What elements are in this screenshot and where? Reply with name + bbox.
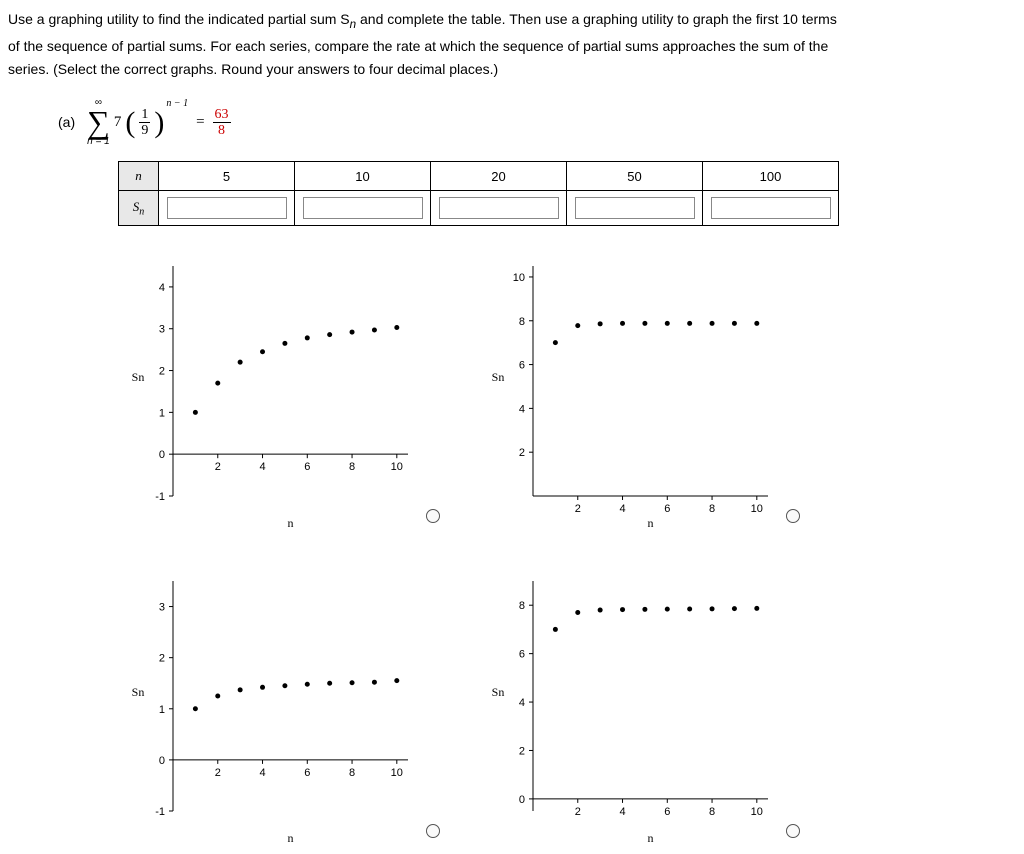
n-col-50: 50 (567, 162, 703, 191)
charts-grid: -1 0 1 2 3 4 2 4 6 8 10 Sn n 2 4 6 8 10 2 4 6 8 10 Sn n -1 0 1 2 3 2… (118, 256, 1016, 846)
svg-text:6: 6 (664, 503, 670, 515)
equals-sign: = (192, 114, 208, 131)
svg-text:1: 1 (159, 407, 165, 419)
svg-text:0: 0 (159, 449, 165, 461)
fraction-right: 63 8 (213, 107, 231, 139)
svg-text:1: 1 (159, 704, 165, 716)
svg-text:10: 10 (751, 503, 763, 515)
q-line3: series. (Select the correct graphs. Roun… (8, 61, 498, 77)
sigma-stack: ∞ ∑ n = 1 (87, 98, 110, 147)
radio-2[interactable] (786, 509, 800, 523)
svg-text:8: 8 (709, 503, 715, 515)
sigma-icon: ∑ (87, 108, 110, 137)
svg-text:3: 3 (159, 324, 165, 336)
svg-text:6: 6 (304, 461, 310, 473)
svg-text:8: 8 (519, 600, 525, 612)
sn-input-50[interactable] (575, 197, 695, 219)
svg-text:10: 10 (513, 272, 525, 284)
n-col-20: 20 (431, 162, 567, 191)
svg-text:3: 3 (159, 602, 165, 614)
q-line1-end: and complete the table. Then use a graph… (356, 11, 837, 27)
chart-1: -1 0 1 2 3 4 2 4 6 8 10 Sn n (118, 256, 418, 531)
res-num: 63 (213, 107, 231, 123)
svg-text:6: 6 (664, 806, 670, 818)
svg-text:8: 8 (349, 767, 355, 779)
svg-text:4: 4 (519, 697, 525, 709)
exponent: n − 1 (166, 98, 188, 109)
svg-text:8: 8 (349, 461, 355, 473)
svg-text:8: 8 (709, 806, 715, 818)
svg-text:4: 4 (519, 403, 525, 415)
svg-text:-1: -1 (155, 491, 165, 503)
svg-text:n: n (648, 831, 654, 845)
partial-sum-table: n 5 10 20 50 100 Sn (118, 161, 839, 226)
n-header: n (119, 162, 159, 191)
chart-option-4[interactable]: 0 2 4 6 8 2 4 6 8 10 Sn n (478, 571, 818, 846)
chart-option-2[interactable]: 2 4 6 8 10 2 4 6 8 10 Sn n (478, 256, 818, 531)
rparen: ) (154, 108, 164, 138)
chart-2: 2 4 6 8 10 2 4 6 8 10 Sn n (478, 256, 778, 531)
svg-text:2: 2 (519, 447, 525, 459)
svg-text:2: 2 (215, 767, 221, 779)
svg-text:-1: -1 (155, 806, 165, 818)
chart-option-1[interactable]: -1 0 1 2 3 4 2 4 6 8 10 Sn n (118, 256, 458, 531)
svg-text:Sn: Sn (492, 685, 505, 699)
n-col-5: 5 (159, 162, 295, 191)
lparen: ( (125, 108, 135, 138)
svg-text:n: n (288, 831, 294, 845)
svg-text:6: 6 (519, 649, 525, 661)
sn-header: Sn (119, 191, 159, 226)
radio-3[interactable] (426, 824, 440, 838)
q-line2: of the sequence of partial sums. For eac… (8, 38, 828, 54)
sigma-bottom: n = 1 (87, 137, 110, 147)
frac-num: 1 (139, 107, 150, 123)
part-a-row: (a) ∞ ∑ n = 1 7 ( 1 9 ) n − 1 = 63 8 (8, 92, 1016, 147)
svg-text:Sn: Sn (132, 370, 145, 384)
chart-4: 0 2 4 6 8 2 4 6 8 10 Sn n (478, 571, 778, 846)
svg-text:2: 2 (159, 653, 165, 665)
formula: ∞ ∑ n = 1 7 ( 1 9 ) n − 1 = 63 8 (87, 98, 231, 147)
sn-input-100[interactable] (711, 197, 831, 219)
question-text: Use a graphing utility to find the indic… (8, 8, 1016, 82)
svg-text:2: 2 (519, 745, 525, 757)
svg-text:0: 0 (519, 794, 525, 806)
n-col-100: 100 (703, 162, 839, 191)
svg-text:2: 2 (575, 806, 581, 818)
res-den: 8 (218, 123, 225, 138)
radio-4[interactable] (786, 824, 800, 838)
chart-3: -1 0 1 2 3 2 4 6 8 10 Sn n (118, 571, 418, 846)
svg-text:8: 8 (519, 316, 525, 328)
svg-text:n: n (648, 516, 654, 530)
coefficient: 7 (114, 114, 122, 131)
sn-input-20[interactable] (439, 197, 559, 219)
svg-text:6: 6 (519, 360, 525, 372)
svg-text:4: 4 (159, 282, 165, 294)
n-col-10: 10 (295, 162, 431, 191)
radio-1[interactable] (426, 509, 440, 523)
part-a-label: (a) (58, 114, 75, 130)
svg-text:4: 4 (259, 767, 265, 779)
fraction-left: 1 9 (139, 107, 150, 139)
sn-input-10[interactable] (303, 197, 423, 219)
svg-text:0: 0 (159, 755, 165, 767)
svg-text:10: 10 (391, 461, 403, 473)
svg-text:2: 2 (215, 461, 221, 473)
frac-den: 9 (141, 123, 148, 138)
svg-text:2: 2 (575, 503, 581, 515)
sn-input-5[interactable] (167, 197, 287, 219)
svg-text:4: 4 (619, 503, 625, 515)
svg-text:6: 6 (304, 767, 310, 779)
svg-text:4: 4 (259, 461, 265, 473)
chart-option-3[interactable]: -1 0 1 2 3 2 4 6 8 10 Sn n (118, 571, 458, 846)
svg-text:Sn: Sn (492, 370, 505, 384)
svg-text:10: 10 (751, 806, 763, 818)
svg-text:10: 10 (391, 767, 403, 779)
svg-text:4: 4 (619, 806, 625, 818)
svg-text:Sn: Sn (132, 685, 145, 699)
svg-text:2: 2 (159, 366, 165, 378)
svg-text:n: n (288, 516, 294, 530)
q-line1: Use a graphing utility to find the indic… (8, 11, 350, 27)
